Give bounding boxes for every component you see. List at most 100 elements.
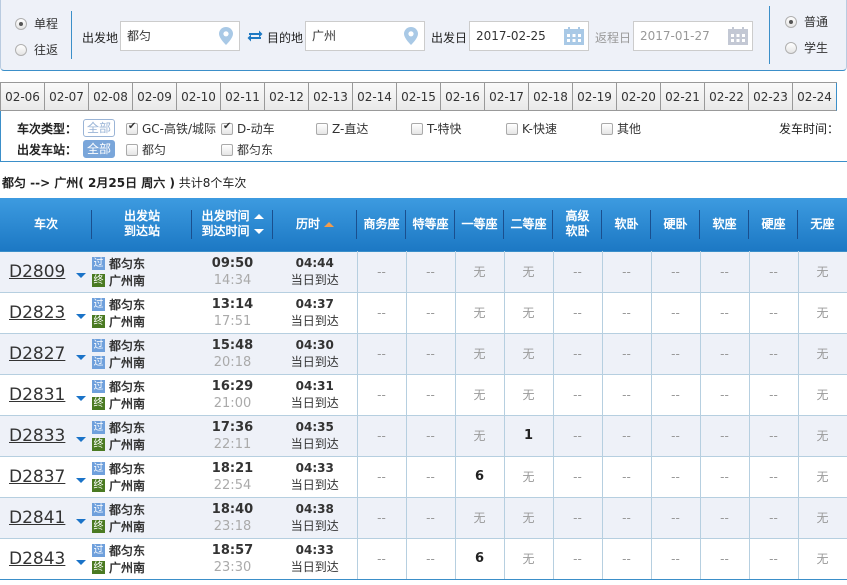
date-tab[interactable]: 02-19: [573, 83, 617, 111]
header-time[interactable]: 出发时间 到达时间: [192, 198, 273, 251]
arrive-station: 广州南: [109, 560, 146, 575]
expand-caret-icon[interactable]: [76, 314, 87, 319]
depart-time: 18:21: [211, 460, 254, 476]
header-duration-label: 历时: [295, 216, 320, 231]
filter-station-duyun[interactable]: 都匀: [126, 141, 166, 158]
expand-caret-icon[interactable]: [76, 355, 87, 360]
filter-d-label: D-动车: [237, 122, 275, 136]
seat-hard-sleeper: --: [650, 250, 701, 293]
from-label: 出发地: [82, 31, 119, 45]
location-pin-icon[interactable]: [219, 27, 233, 45]
seat-first[interactable]: 6: [454, 455, 505, 498]
date-tab[interactable]: 02-12: [265, 83, 309, 111]
seat-soft-seat: --: [699, 250, 750, 293]
radio-student-indicator[interactable]: [785, 41, 797, 54]
filter-other[interactable]: 其他: [601, 120, 641, 137]
checkbox-k[interactable]: [506, 122, 518, 135]
date-tab[interactable]: 02-18: [529, 83, 573, 111]
date-tab[interactable]: 02-17: [485, 83, 529, 111]
checkbox-station-duyundong[interactable]: [221, 143, 233, 156]
radio-adult[interactable]: 普通: [785, 13, 828, 30]
calendar-icon[interactable]: [564, 27, 584, 45]
filter-z[interactable]: Z-直达: [316, 120, 368, 137]
train-number-link[interactable]: D2841: [9, 508, 65, 528]
date-tab[interactable]: 02-14: [353, 83, 397, 111]
checkbox-station-duyun[interactable]: [126, 143, 138, 156]
train-number-link[interactable]: D2831: [9, 385, 65, 405]
date-tab[interactable]: 02-07: [45, 83, 89, 111]
date-tab[interactable]: 02-15: [397, 83, 441, 111]
from-input[interactable]: 都匀: [120, 21, 240, 51]
train-number-link[interactable]: D2837: [9, 467, 65, 487]
radio-adult-label: 普通: [804, 15, 829, 29]
location-pin-icon[interactable]: [404, 27, 418, 45]
cell-train: D2841: [0, 496, 92, 539]
seat-soft-seat: --: [699, 373, 750, 416]
arrive-station: 广州南: [109, 314, 146, 329]
train-number-link[interactable]: D2843: [9, 549, 65, 569]
date-tab[interactable]: 02-08: [89, 83, 133, 111]
radio-round-trip-indicator[interactable]: [15, 43, 27, 56]
calendar-icon[interactable]: [728, 27, 748, 45]
train-number-link[interactable]: D2809: [9, 262, 65, 282]
radio-student[interactable]: 学生: [785, 39, 828, 56]
date-tab[interactable]: 02-09: [133, 83, 177, 111]
expand-caret-icon[interactable]: [76, 273, 87, 278]
filter-k-label: K-快速: [522, 122, 557, 136]
depart-date-input[interactable]: 2017-02-25: [469, 21, 589, 51]
date-tab[interactable]: 02-10: [177, 83, 221, 111]
seat-second[interactable]: 1: [503, 414, 554, 457]
to-input[interactable]: 广州: [305, 21, 425, 51]
date-tab[interactable]: 02-20: [617, 83, 661, 111]
seat-standing: 无: [797, 373, 847, 416]
date-tab[interactable]: 02-16: [441, 83, 485, 111]
pass-station-icon: 过: [92, 338, 105, 352]
seat-first: 无: [454, 414, 505, 457]
seat-deluxe-sleeper: --: [552, 250, 603, 293]
radio-one-way-indicator[interactable]: [15, 17, 27, 30]
date-tab[interactable]: 02-24: [793, 83, 837, 111]
radio-round-trip[interactable]: 往返: [15, 41, 58, 58]
train-number-link[interactable]: D2823: [9, 303, 65, 323]
expand-caret-icon[interactable]: [76, 396, 87, 401]
filter-t[interactable]: T-特快: [411, 120, 462, 137]
sort-asc-active-icon[interactable]: [324, 221, 334, 227]
expand-caret-icon[interactable]: [76, 560, 87, 565]
date-tabs: 02-06 02-07 02-08 02-09 02-10 02-11 02-12 02-13…: [0, 82, 837, 111]
return-date-input[interactable]: 2017-01-27: [633, 21, 753, 51]
checkbox-other[interactable]: [601, 122, 613, 135]
date-tab[interactable]: 02-06: [1, 83, 45, 111]
seat-deluxe-sleeper: --: [552, 496, 603, 539]
checkbox-d[interactable]: [221, 121, 233, 135]
train-number-link[interactable]: D2827: [9, 344, 65, 364]
checkbox-t[interactable]: [411, 122, 423, 135]
expand-caret-icon[interactable]: [76, 519, 87, 524]
sort-desc-icon[interactable]: [253, 229, 264, 235]
date-tab[interactable]: 02-21: [661, 83, 705, 111]
filter-station-duyundong[interactable]: 都匀东: [221, 141, 273, 158]
filter-gc[interactable]: GC-高铁/城际: [126, 120, 216, 137]
summary-date: ( 2月25日 周六 ): [78, 176, 175, 190]
station-all-button[interactable]: 全部: [83, 140, 116, 158]
filter-k[interactable]: K-快速: [506, 120, 557, 137]
date-tab[interactable]: 02-23: [749, 83, 793, 111]
train-type-all-button[interactable]: 全部: [83, 119, 116, 137]
train-number-link[interactable]: D2833: [9, 426, 65, 446]
cell-stations: 过都匀东 终广州南: [92, 455, 192, 498]
filter-d[interactable]: D-动车: [221, 120, 275, 137]
expand-caret-icon[interactable]: [76, 437, 87, 442]
seat-premium: --: [405, 496, 456, 539]
radio-one-way[interactable]: 单程: [15, 15, 58, 32]
header-duration[interactable]: 历时: [273, 198, 357, 251]
radio-adult-indicator[interactable]: [785, 15, 797, 28]
checkbox-z[interactable]: [316, 122, 328, 135]
header-seat-hard-seat: 硬座: [749, 198, 798, 251]
expand-caret-icon[interactable]: [76, 478, 87, 483]
seat-first[interactable]: 6: [454, 537, 505, 580]
swap-icon[interactable]: [247, 29, 263, 42]
date-tab[interactable]: 02-22: [705, 83, 749, 111]
sort-asc-icon[interactable]: [253, 214, 264, 220]
checkbox-gc[interactable]: [126, 121, 138, 135]
date-tab[interactable]: 02-13: [309, 83, 353, 111]
date-tab[interactable]: 02-11: [221, 83, 265, 111]
